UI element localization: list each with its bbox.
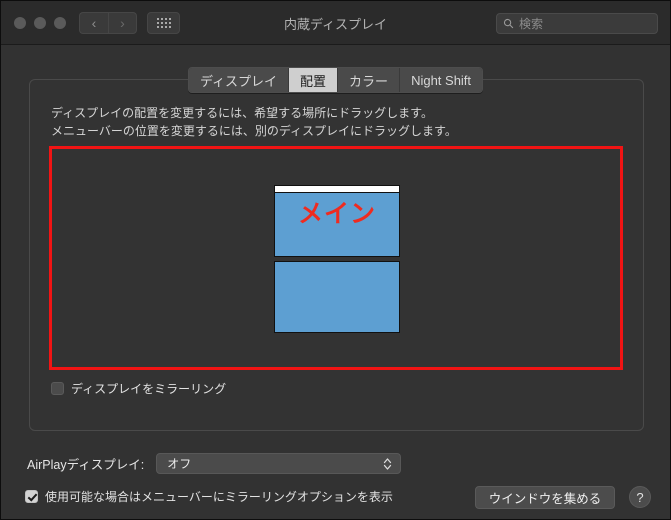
tab-color[interactable]: カラー [338, 68, 401, 92]
airplay-display-row: AirPlayディスプレイ: オフ [27, 453, 402, 474]
show-mirroring-option-label: 使用可能な場合はメニューバーにミラーリングオプションを表示 [45, 490, 393, 504]
mirror-displays-checkbox[interactable] [51, 382, 64, 395]
instruction-line-1: ディスプレイの配置を変更するには、希望する場所にドラッグします。 [51, 106, 433, 120]
help-button[interactable]: ? [629, 486, 651, 508]
arrangement-canvas[interactable]: メイン [49, 146, 623, 370]
tab-night-shift[interactable]: Night Shift [400, 68, 483, 92]
tab-bar: ディスプレイ 配置 カラー Night Shift [1, 67, 670, 93]
minimize-window-button[interactable] [34, 17, 46, 29]
arrangement-panel: ディスプレイの配置を変更するには、希望する場所にドラッグします。 メニューバーの… [29, 79, 644, 431]
back-button[interactable]: ‹ [79, 12, 108, 34]
maximize-window-button[interactable] [54, 17, 66, 29]
instruction-line-2: メニューバーの位置を変更するには、別のディスプレイにドラッグします。 [51, 124, 457, 138]
tab-display[interactable]: ディスプレイ [188, 68, 290, 92]
search-field[interactable] [496, 13, 658, 34]
title-bar: ‹ › 内蔵ディスプレイ [1, 1, 670, 45]
instructions-text: ディスプレイの配置を変更するには、希望する場所にドラッグします。 メニューバーの… [51, 104, 457, 140]
show-mirroring-option-row[interactable]: 使用可能な場合はメニューバーにミラーリングオプションを表示 [25, 488, 393, 505]
show-mirroring-option-checkbox[interactable] [25, 490, 38, 503]
show-all-preferences-button[interactable] [147, 12, 180, 34]
forward-button[interactable]: › [108, 12, 137, 34]
tab-arrangement[interactable]: 配置 [289, 68, 339, 92]
menu-bar-strip[interactable] [275, 186, 399, 193]
display-preferences-window: ‹ › 内蔵ディスプレイ ディスプレイ 配置 カラー Night Shift デ… [0, 0, 671, 520]
display-thumbnail-main[interactable]: メイン [274, 185, 400, 257]
airplay-display-select[interactable]: オフ [156, 453, 402, 474]
mirror-displays-row[interactable]: ディスプレイをミラーリング [51, 380, 226, 397]
display-thumbnail-secondary[interactable] [274, 261, 400, 333]
search-input[interactable] [519, 16, 639, 31]
chevron-updown-icon [384, 457, 392, 470]
main-display-label: メイン [297, 200, 376, 228]
search-icon [503, 18, 514, 29]
mirror-displays-label: ディスプレイをミラーリング [71, 382, 227, 396]
airplay-display-value: オフ [167, 457, 192, 471]
close-window-button[interactable] [14, 17, 26, 29]
gather-windows-button[interactable]: ウインドウを集める [475, 486, 615, 509]
airplay-display-label: AirPlayディスプレイ: [27, 458, 145, 472]
grid-icon [156, 18, 171, 28]
